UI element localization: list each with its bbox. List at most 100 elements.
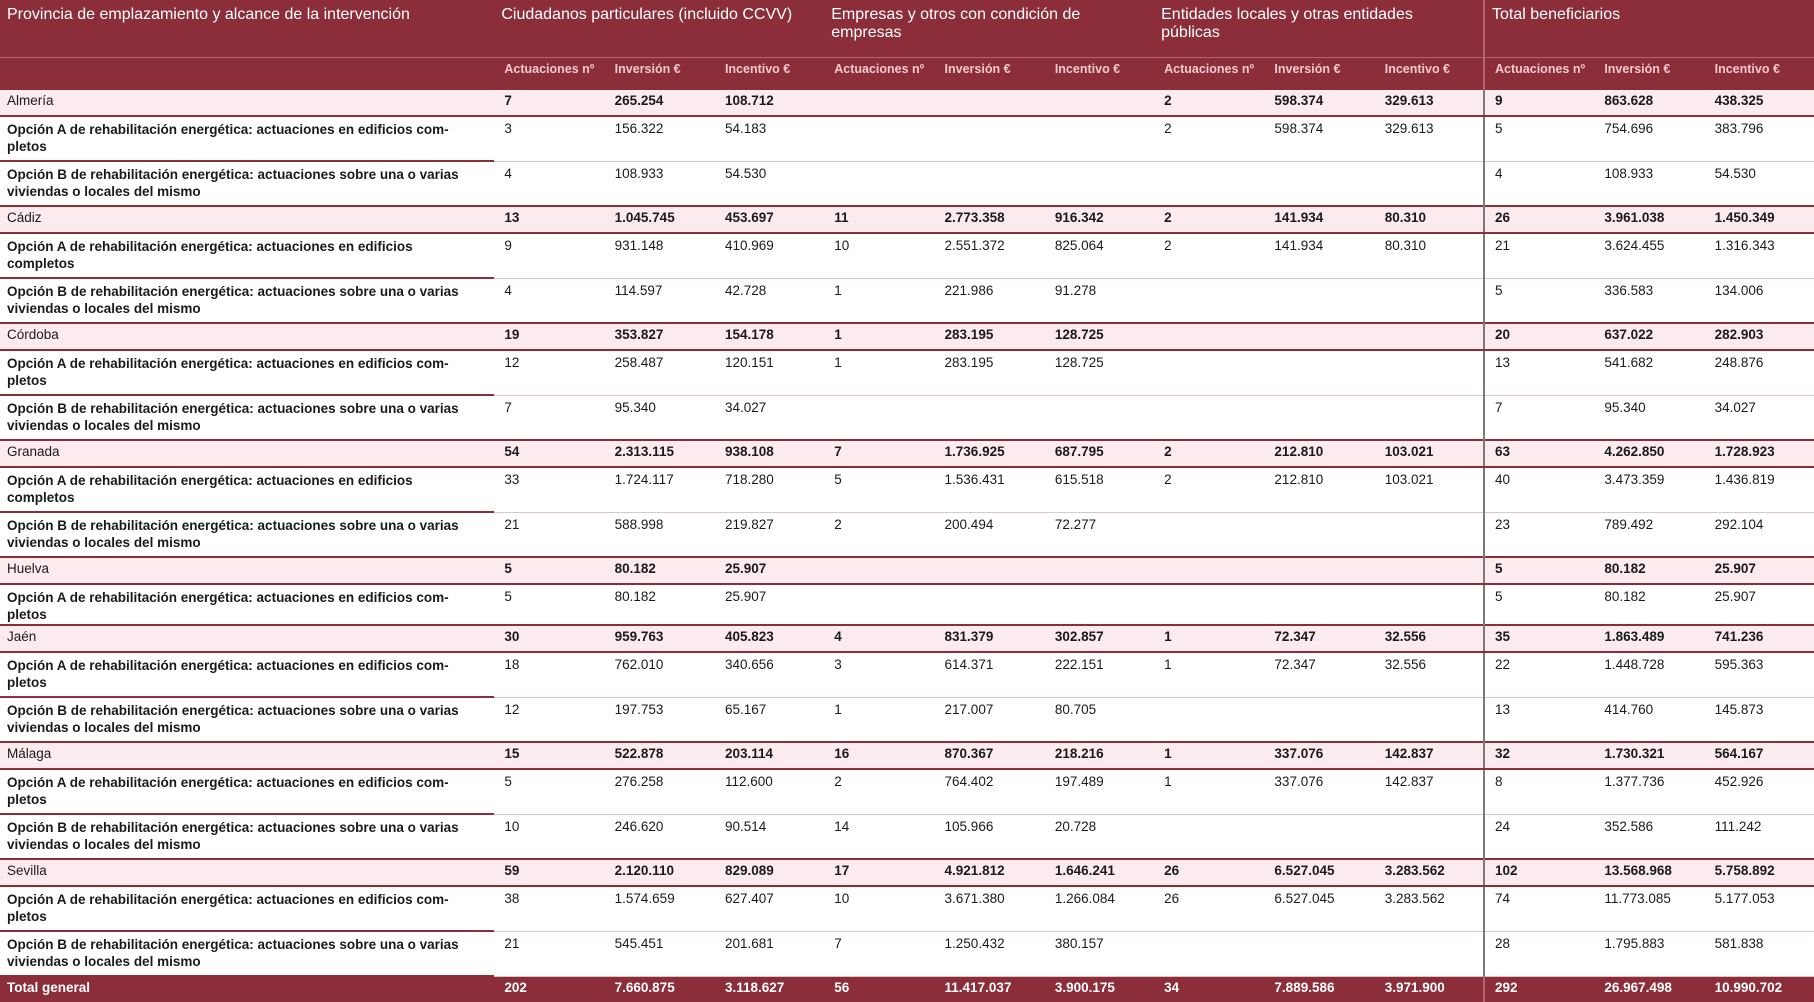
- inversion-cell: 265.254: [604, 88, 715, 117]
- row-label-line: viviendas o locales del mismo: [7, 954, 201, 969]
- incentivo-cell: 32.556: [1374, 652, 1485, 698]
- actuaciones-cell: 21: [494, 931, 605, 977]
- inversion-cell: 1.724.117: [604, 467, 715, 513]
- province-row: Huelva 5 80.182 25.907 5 80.182 25.907: [0, 556, 1814, 585]
- option-row: Opción B de rehabilitación energética: a…: [0, 697, 1814, 743]
- incentivo-cell: 564.167: [1704, 741, 1814, 770]
- incentivo-cell: 142.837: [1374, 769, 1485, 815]
- row-label-line: Opción B de rehabilitación energética: a…: [7, 284, 459, 299]
- inversion-cell: 197.753: [604, 697, 715, 743]
- inversion-cell: 141.934: [1264, 233, 1375, 279]
- incentivo-cell: 112.600: [714, 769, 825, 815]
- actuaciones-cell: 2: [1154, 439, 1265, 468]
- actuaciones-cell: 5: [1483, 116, 1595, 162]
- inversion-cell: 283.195: [934, 350, 1045, 396]
- actuaciones-cell: [1154, 395, 1265, 441]
- actuaciones-cell: 2: [1154, 233, 1265, 279]
- row-label: Opción A de rehabilitación energética: a…: [0, 467, 495, 513]
- incentivo-cell: 329.613: [1374, 88, 1485, 117]
- incentivo-cell: [1374, 161, 1485, 207]
- inversion-cell: 4.921.812: [934, 858, 1045, 887]
- incentivo-cell: 1.266.084: [1044, 886, 1155, 932]
- row-label-line: completos: [7, 490, 75, 505]
- inversion-cell: 337.076: [1264, 769, 1375, 815]
- inversion-cell: 2.773.358: [934, 205, 1045, 234]
- actuaciones-cell: 202: [494, 976, 605, 1002]
- sub-header-inversion: Inversión €: [604, 57, 715, 89]
- inversion-cell: 72.347: [1264, 652, 1375, 698]
- province-row: Jaén 30 959.763 405.823 4 831.379 302.857 1 72.3…: [0, 624, 1814, 653]
- inversion-cell: [1264, 814, 1375, 860]
- inversion-cell: [1264, 556, 1375, 585]
- inversion-cell: 72.347: [1264, 624, 1375, 653]
- incentivo-cell: 72.277: [1044, 512, 1155, 558]
- incentivo-cell: 80.310: [1374, 233, 1485, 279]
- actuaciones-cell: [824, 395, 935, 441]
- actuaciones-cell: 63: [1483, 439, 1595, 468]
- actuaciones-cell: [1154, 512, 1265, 558]
- inversion-cell: 221.986: [934, 278, 1045, 324]
- incentivo-cell: 128.725: [1044, 322, 1155, 351]
- incentivo-cell: 595.363: [1704, 652, 1814, 698]
- actuaciones-cell: 4: [494, 278, 605, 324]
- actuaciones-cell: [1154, 322, 1265, 351]
- incentivo-cell: 615.518: [1044, 467, 1155, 513]
- actuaciones-cell: 14: [824, 814, 935, 860]
- inversion-cell: 212.810: [1264, 467, 1375, 513]
- inversion-cell: [1264, 931, 1375, 977]
- actuaciones-cell: 24: [1483, 814, 1595, 860]
- inversion-cell: 80.182: [604, 556, 715, 585]
- row-label-line: Opción B de rehabilitación energética: a…: [7, 401, 459, 416]
- incentivo-cell: 134.006: [1704, 278, 1814, 324]
- actuaciones-cell: 12: [494, 350, 605, 396]
- actuaciones-cell: 35: [1483, 624, 1595, 653]
- incentivo-cell: 438.325: [1704, 88, 1814, 117]
- incentivo-cell: [1044, 395, 1155, 441]
- inversion-cell: 108.933: [1594, 161, 1705, 207]
- inversion-cell: 26.967.498: [1594, 976, 1705, 1002]
- incentivo-cell: 222.151: [1044, 652, 1155, 698]
- inversion-cell: 598.374: [1264, 116, 1375, 162]
- inversion-cell: 637.022: [1594, 322, 1705, 351]
- row-label-line: viviendas o locales del mismo: [7, 837, 201, 852]
- actuaciones-cell: 26: [1154, 858, 1265, 887]
- inversion-cell: 614.371: [934, 652, 1045, 698]
- row-label: Opción B de rehabilitación energética: a…: [0, 931, 495, 977]
- incentivo-cell: [1044, 116, 1155, 162]
- actuaciones-cell: 1: [1154, 624, 1265, 653]
- province-row: Córdoba 19 353.827 154.178 1 283.195 128.725 20…: [0, 322, 1814, 351]
- inversion-cell: 246.620: [604, 814, 715, 860]
- incentivo-cell: 25.907: [1704, 584, 1814, 626]
- actuaciones-cell: 23: [1483, 512, 1595, 558]
- inversion-cell: 522.878: [604, 741, 715, 770]
- row-label: Opción B de rehabilitación energética: a…: [0, 161, 495, 207]
- actuaciones-cell: [1154, 931, 1265, 977]
- inversion-cell: 156.322: [604, 116, 715, 162]
- row-label: Opción A de rehabilitación energética: a…: [0, 886, 495, 932]
- actuaciones-cell: 1: [824, 697, 935, 743]
- row-label-line: Opción B de rehabilitación energética: a…: [7, 167, 459, 182]
- inversion-cell: 1.730.321: [1594, 741, 1705, 770]
- row-label: Opción B de rehabilitación energética: a…: [0, 697, 495, 743]
- actuaciones-cell: [824, 584, 935, 626]
- option-row: Opción B de rehabilitación energética: a…: [0, 512, 1814, 558]
- incentivo-cell: [1374, 814, 1485, 860]
- actuaciones-cell: 15: [494, 741, 605, 770]
- actuaciones-cell: 13: [1483, 350, 1595, 396]
- inversion-cell: 1.536.431: [934, 467, 1045, 513]
- incentivo-cell: 65.167: [714, 697, 825, 743]
- row-label: Granada: [0, 439, 495, 468]
- row-label-line: Opción A de rehabilitación energética: a…: [7, 122, 449, 137]
- actuaciones-cell: 7: [494, 88, 605, 117]
- inversion-cell: 1.045.745: [604, 205, 715, 234]
- incentivo-cell: [1374, 931, 1485, 977]
- incentivo-cell: 197.489: [1044, 769, 1155, 815]
- incentivo-cell: [1044, 161, 1155, 207]
- actuaciones-cell: 56: [824, 976, 935, 1002]
- inversion-cell: 764.402: [934, 769, 1045, 815]
- incentivo-cell: 1.316.343: [1704, 233, 1814, 279]
- inversion-cell: 7.660.875: [604, 976, 715, 1002]
- actuaciones-cell: 1: [1154, 652, 1265, 698]
- inversion-cell: 1.448.728: [1594, 652, 1705, 698]
- actuaciones-cell: 4: [824, 624, 935, 653]
